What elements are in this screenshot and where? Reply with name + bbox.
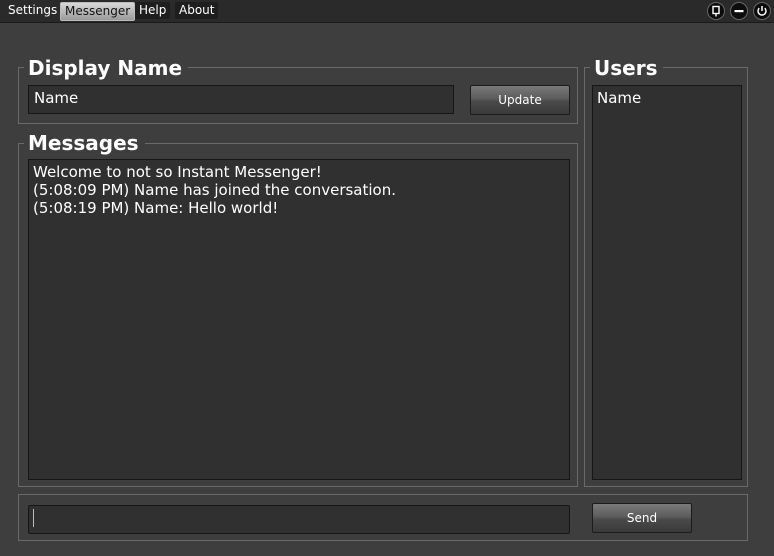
- menu-item-help[interactable]: Help: [135, 2, 171, 19]
- users-list[interactable]: Name: [592, 85, 742, 480]
- minimize-icon[interactable]: [730, 2, 748, 20]
- pin-icon[interactable]: [707, 2, 725, 20]
- text-caret: [33, 509, 34, 527]
- message-line: Welcome to not so Instant Messenger!: [33, 163, 322, 181]
- user-list-item[interactable]: Name: [597, 89, 737, 107]
- message-line: (5:08:19 PM) Name: Hello world!: [33, 199, 279, 217]
- users-title: Users: [590, 57, 664, 79]
- power-icon[interactable]: [753, 2, 771, 20]
- messages-log[interactable]: Welcome to not so Instant Messenger! (5:…: [28, 159, 570, 480]
- menu-item-about[interactable]: About: [175, 2, 219, 19]
- send-button[interactable]: Send: [592, 503, 692, 533]
- message-input[interactable]: [28, 505, 570, 534]
- display-name-input[interactable]: Name: [28, 85, 454, 114]
- message-line: (5:08:09 PM) Name has joined the convers…: [33, 181, 396, 199]
- menu-bar: Settings Messenger Help About: [0, 0, 774, 23]
- update-button[interactable]: Update: [470, 85, 570, 115]
- messages-title: Messages: [24, 132, 145, 154]
- menu-item-messenger[interactable]: Messenger: [60, 2, 136, 21]
- menu-item-settings[interactable]: Settings: [4, 2, 61, 19]
- display-name-title: Display Name: [24, 57, 189, 79]
